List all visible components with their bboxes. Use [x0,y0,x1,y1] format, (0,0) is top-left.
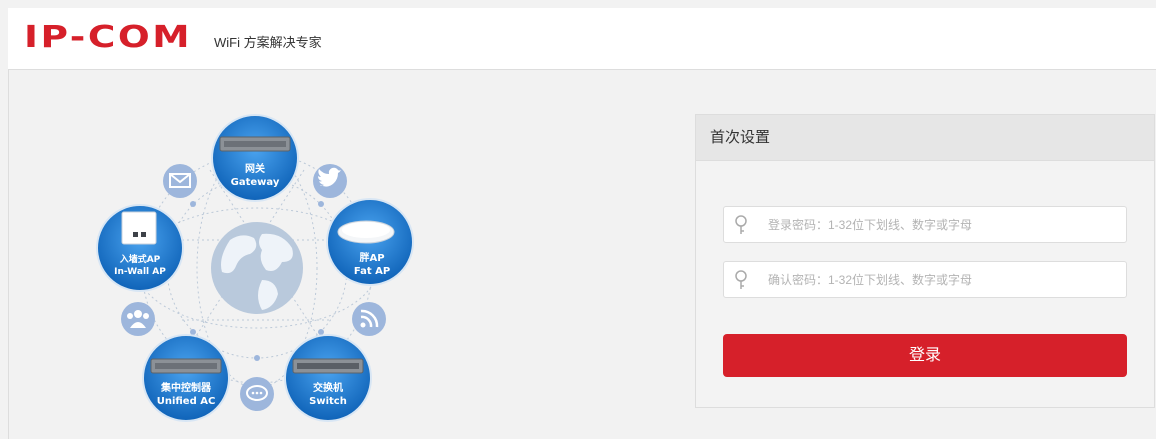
first-setup-panel: 首次设置 登录 [695,114,1155,408]
chat-icon [240,377,274,411]
fat-ap-label-cn: 胖AP [358,251,384,264]
globe-icon [211,222,303,314]
confirm-password-input[interactable] [768,262,1118,297]
switch-node: 交换机 Switch [284,334,372,422]
unified-ac-label-en: Unified AC [157,396,216,407]
content-left-border [8,70,9,439]
password-input[interactable] [768,207,1118,242]
switch-label-en: Switch [309,396,347,407]
page-header: IP-COM WiFi 方案解决专家 [8,8,1156,70]
fat-ap-label-en: Fat AP [354,266,390,277]
users-icon [121,302,155,336]
in-wall-ap-label-cn: 入墙式AP [119,253,161,265]
switch-label-cn: 交换机 [313,381,343,394]
network-illustration: 网关 Gateway 胖AP Fat AP 交换机 Switch 集中控制器 U… [96,114,414,422]
unified-ac-label-cn: 集中控制器 [160,381,212,394]
ip-com-logo: IP-COM [24,20,193,55]
twitter-icon [313,164,347,198]
gateway-label-cn: 网关 [245,162,265,175]
header-tagline: WiFi 方案解决专家 [214,35,322,50]
mail-icon [163,164,197,198]
confirm-password-field[interactable] [723,261,1127,298]
key-icon [735,215,747,234]
in-wall-ap-node: 入墙式AP In-Wall AP [96,204,184,292]
password-field[interactable] [723,206,1127,243]
gateway-label-en: Gateway [231,177,280,188]
in-wall-ap-label-en: In-Wall AP [114,267,166,277]
gateway-node: 网关 Gateway [211,114,299,202]
rss-icon [352,302,386,336]
fat-ap-node: 胖AP Fat AP [326,198,414,286]
login-button[interactable]: 登录 [723,334,1127,377]
unified-ac-node: 集中控制器 Unified AC [142,334,230,422]
key-icon [735,270,747,289]
in-wall-ap-icon [121,211,157,245]
panel-title: 首次设置 [696,115,1154,161]
